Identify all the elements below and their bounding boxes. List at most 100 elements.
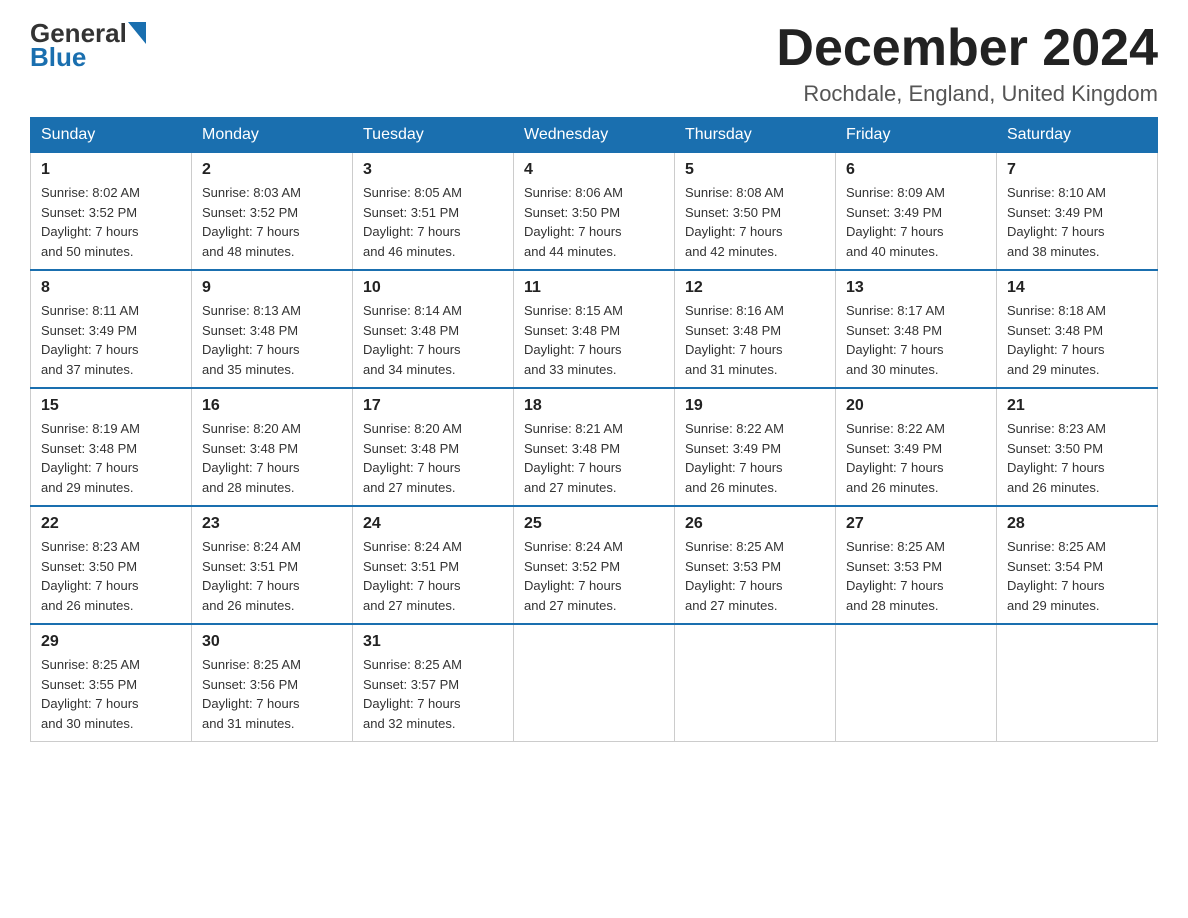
day-of-week-header: Tuesday [353, 118, 514, 153]
day-number: 22 [41, 515, 181, 533]
calendar-day-cell: 3Sunrise: 8:05 AMSunset: 3:51 PMDaylight… [353, 153, 514, 271]
day-number: 13 [846, 279, 986, 297]
calendar-header-row: SundayMondayTuesdayWednesdayThursdayFrid… [31, 118, 1158, 153]
calendar-day-cell: 1 Sunrise: 8:02 AMSunset: 3:52 PMDaylight… [31, 153, 192, 271]
day-info: Sunrise: 8:20 AMSunset: 3:48 PMDaylight:… [202, 419, 342, 497]
calendar-day-cell: 20 Sunrise: 8:22 AMSunset: 3:49 PMDayligh… [836, 388, 997, 506]
day-info: Sunrise: 8:17 AMSunset: 3:48 PMDaylight:… [846, 301, 986, 379]
day-number: 15 [41, 397, 181, 415]
day-number: 17 [363, 397, 503, 415]
calendar-day-cell: 19 Sunrise: 8:22 AMSunset: 3:49 PMDayligh… [675, 388, 836, 506]
day-info: Sunrise: 8:24 AMSunset: 3:52 PMDaylight:… [524, 537, 664, 615]
day-number: 2 [202, 161, 342, 179]
calendar-day-cell: 11Sunrise: 8:15 AMSunset: 3:48 PMDayligh… [514, 270, 675, 388]
day-number: 19 [685, 397, 825, 415]
calendar-day-cell: 16 Sunrise: 8:20 AMSunset: 3:48 PMDayligh… [192, 388, 353, 506]
calendar-week-row: 22 Sunrise: 8:23 AMSunset: 3:50 PMDayligh… [31, 506, 1158, 624]
day-number: 21 [1007, 397, 1147, 415]
day-info: Sunrise: 8:25 AMSunset: 3:54 PMDaylight:… [1007, 537, 1147, 615]
title-section: December 2024 Rochdale, England, United … [776, 20, 1158, 107]
calendar-day-cell [675, 624, 836, 742]
day-info: Sunrise: 8:11 AMSunset: 3:49 PMDaylight:… [41, 301, 181, 379]
calendar-day-cell: 10 Sunrise: 8:14 AMSunset: 3:48 PMDayligh… [353, 270, 514, 388]
day-number: 28 [1007, 515, 1147, 533]
day-number: 8 [41, 279, 181, 297]
calendar-day-cell [836, 624, 997, 742]
calendar-day-cell: 21 Sunrise: 8:23 AMSunset: 3:50 PMDayligh… [997, 388, 1158, 506]
day-number: 10 [363, 279, 503, 297]
month-title: December 2024 [776, 20, 1158, 77]
calendar-day-cell: 12 Sunrise: 8:16 AMSunset: 3:48 PMDayligh… [675, 270, 836, 388]
day-info: Sunrise: 8:25 AMSunset: 3:53 PMDaylight:… [846, 537, 986, 615]
calendar-day-cell: 6Sunrise: 8:09 AMSunset: 3:49 PMDaylight… [836, 153, 997, 271]
calendar-week-row: 8 Sunrise: 8:11 AMSunset: 3:49 PMDaylight… [31, 270, 1158, 388]
calendar-day-cell: 24 Sunrise: 8:24 AMSunset: 3:51 PMDayligh… [353, 506, 514, 624]
day-info: Sunrise: 8:08 AMSunset: 3:50 PMDaylight:… [685, 183, 825, 261]
day-number: 7 [1007, 161, 1147, 179]
page-header: General Blue December 2024 Rochdale, Eng… [30, 20, 1158, 107]
calendar-day-cell: 7 Sunrise: 8:10 AMSunset: 3:49 PMDaylight… [997, 153, 1158, 271]
day-info: Sunrise: 8:23 AMSunset: 3:50 PMDaylight:… [1007, 419, 1147, 497]
day-of-week-header: Friday [836, 118, 997, 153]
calendar-day-cell: 8 Sunrise: 8:11 AMSunset: 3:49 PMDaylight… [31, 270, 192, 388]
calendar-day-cell: 13 Sunrise: 8:17 AMSunset: 3:48 PMDayligh… [836, 270, 997, 388]
day-info: Sunrise: 8:10 AMSunset: 3:49 PMDaylight:… [1007, 183, 1147, 261]
calendar-day-cell: 9Sunrise: 8:13 AMSunset: 3:48 PMDaylight… [192, 270, 353, 388]
day-info: Sunrise: 8:16 AMSunset: 3:48 PMDaylight:… [685, 301, 825, 379]
logo: General Blue [30, 20, 147, 73]
day-number: 12 [685, 279, 825, 297]
location: Rochdale, England, United Kingdom [776, 81, 1158, 107]
calendar-day-cell: 29 Sunrise: 8:25 AMSunset: 3:55 PMDayligh… [31, 624, 192, 742]
calendar-week-row: 15 Sunrise: 8:19 AMSunset: 3:48 PMDayligh… [31, 388, 1158, 506]
day-number: 11 [524, 279, 664, 297]
day-number: 31 [363, 633, 503, 651]
day-of-week-header: Thursday [675, 118, 836, 153]
calendar-day-cell [514, 624, 675, 742]
day-number: 1 [41, 161, 181, 179]
day-info: Sunrise: 8:24 AMSunset: 3:51 PMDaylight:… [363, 537, 503, 615]
day-of-week-header: Wednesday [514, 118, 675, 153]
day-number: 23 [202, 515, 342, 533]
day-number: 29 [41, 633, 181, 651]
calendar-day-cell: 17 Sunrise: 8:20 AMSunset: 3:48 PMDayligh… [353, 388, 514, 506]
day-number: 24 [363, 515, 503, 533]
calendar-day-cell: 25 Sunrise: 8:24 AMSunset: 3:52 PMDayligh… [514, 506, 675, 624]
day-number: 14 [1007, 279, 1147, 297]
day-info: Sunrise: 8:21 AMSunset: 3:48 PMDaylight:… [524, 419, 664, 497]
calendar-day-cell: 23Sunrise: 8:24 AMSunset: 3:51 PMDayligh… [192, 506, 353, 624]
day-number: 25 [524, 515, 664, 533]
day-info: Sunrise: 8:03 AMSunset: 3:52 PMDaylight:… [202, 183, 342, 261]
day-info: Sunrise: 8:09 AMSunset: 3:49 PMDaylight:… [846, 183, 986, 261]
day-number: 26 [685, 515, 825, 533]
day-info: Sunrise: 8:02 AMSunset: 3:52 PMDaylight:… [41, 183, 181, 261]
day-number: 18 [524, 397, 664, 415]
calendar-week-row: 29 Sunrise: 8:25 AMSunset: 3:55 PMDayligh… [31, 624, 1158, 742]
day-info: Sunrise: 8:06 AMSunset: 3:50 PMDaylight:… [524, 183, 664, 261]
day-number: 20 [846, 397, 986, 415]
calendar-day-cell: 15 Sunrise: 8:19 AMSunset: 3:48 PMDayligh… [31, 388, 192, 506]
day-info: Sunrise: 8:25 AMSunset: 3:53 PMDaylight:… [685, 537, 825, 615]
day-info: Sunrise: 8:23 AMSunset: 3:50 PMDaylight:… [41, 537, 181, 615]
day-info: Sunrise: 8:20 AMSunset: 3:48 PMDaylight:… [363, 419, 503, 497]
day-of-week-header: Saturday [997, 118, 1158, 153]
day-number: 4 [524, 161, 664, 179]
calendar-day-cell: 31Sunrise: 8:25 AMSunset: 3:57 PMDayligh… [353, 624, 514, 742]
calendar-day-cell: 27Sunrise: 8:25 AMSunset: 3:53 PMDayligh… [836, 506, 997, 624]
day-of-week-header: Monday [192, 118, 353, 153]
calendar-day-cell: 14 Sunrise: 8:18 AMSunset: 3:48 PMDayligh… [997, 270, 1158, 388]
day-number: 16 [202, 397, 342, 415]
calendar-day-cell: 28 Sunrise: 8:25 AMSunset: 3:54 PMDayligh… [997, 506, 1158, 624]
day-info: Sunrise: 8:22 AMSunset: 3:49 PMDaylight:… [846, 419, 986, 497]
day-number: 9 [202, 279, 342, 297]
day-info: Sunrise: 8:25 AMSunset: 3:55 PMDaylight:… [41, 655, 181, 733]
calendar-day-cell: 2 Sunrise: 8:03 AMSunset: 3:52 PMDaylight… [192, 153, 353, 271]
calendar-day-cell: 5 Sunrise: 8:08 AMSunset: 3:50 PMDaylight… [675, 153, 836, 271]
day-number: 5 [685, 161, 825, 179]
calendar-day-cell [997, 624, 1158, 742]
day-info: Sunrise: 8:22 AMSunset: 3:49 PMDaylight:… [685, 419, 825, 497]
day-info: Sunrise: 8:19 AMSunset: 3:48 PMDaylight:… [41, 419, 181, 497]
day-info: Sunrise: 8:18 AMSunset: 3:48 PMDaylight:… [1007, 301, 1147, 379]
day-info: Sunrise: 8:14 AMSunset: 3:48 PMDaylight:… [363, 301, 503, 379]
logo-triangle-icon [128, 22, 146, 44]
calendar-table: SundayMondayTuesdayWednesdayThursdayFrid… [30, 117, 1158, 742]
